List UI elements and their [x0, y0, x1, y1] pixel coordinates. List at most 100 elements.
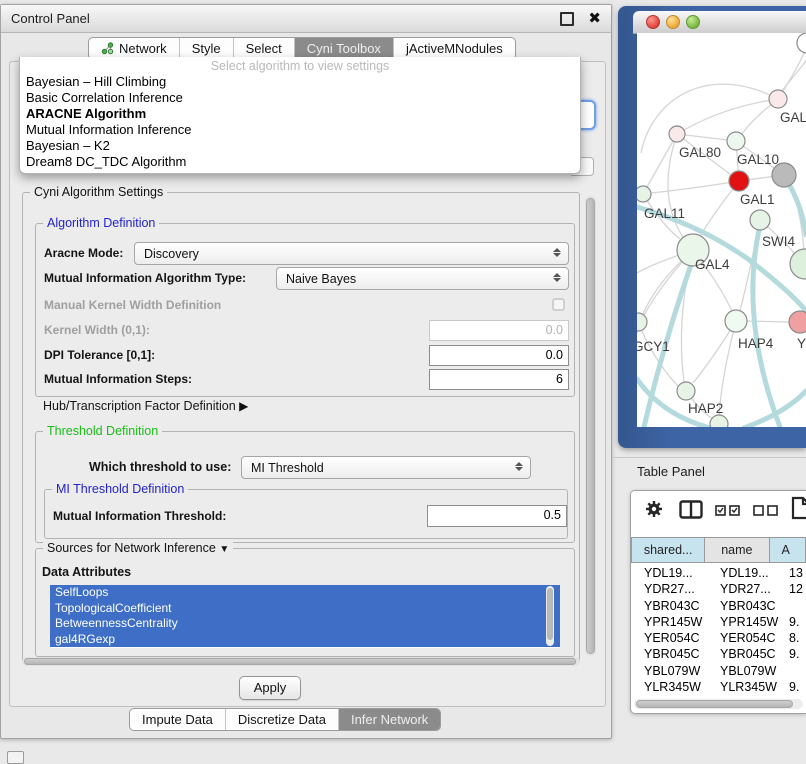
- network-icon: [101, 42, 114, 55]
- network-edge[interactable]: [780, 61, 806, 93]
- kernel-width-field[interactable]: 0.0: [429, 320, 569, 341]
- hub-definition-section[interactable]: Hub/Transcription Factor Definition ▶: [43, 399, 248, 413]
- gear-icon[interactable]: [644, 499, 664, 519]
- network-node-gal11[interactable]: [637, 186, 651, 202]
- data-attributes-list[interactable]: SelfLoopsTopologicalCoefficientBetweenne…: [50, 585, 560, 648]
- table-cell: YLR345W: [644, 680, 701, 694]
- sources-title[interactable]: Sources for Network Inference ▼: [43, 541, 233, 555]
- close-icon[interactable]: ✖: [588, 11, 601, 26]
- dpi-tolerance-field[interactable]: 0.0: [429, 345, 569, 366]
- tab-jactivemnodules[interactable]: jActiveMNodules: [394, 38, 515, 59]
- tab-select[interactable]: Select: [234, 38, 295, 59]
- table-cell: YBL079W: [720, 664, 776, 678]
- tab-discretize-data[interactable]: Discretize Data: [226, 709, 339, 730]
- network-node-y[interactable]: [789, 311, 806, 333]
- select-all-checkboxes-icon[interactable]: [715, 505, 741, 516]
- table-row[interactable]: YPR145WYPR145W9.: [633, 614, 806, 630]
- algorithm-dropdown-popup: Select algorithm to view settings Bayesi…: [19, 57, 581, 174]
- table-row[interactable]: YDL19...YDL19...13: [633, 565, 806, 581]
- split-columns-icon[interactable]: [679, 500, 703, 519]
- network-node[interactable]: [790, 249, 806, 279]
- network-node-swi4[interactable]: [750, 210, 770, 230]
- column-header-name[interactable]: name: [704, 537, 768, 563]
- algorithm-definition-title: Algorithm Definition: [43, 216, 159, 230]
- float-window-icon[interactable]: [560, 12, 574, 26]
- table-row[interactable]: YER054CYER054C8.: [633, 630, 806, 646]
- network-node-gcy1[interactable]: [637, 313, 647, 331]
- inference-algorithm-combo-fragment[interactable]: [579, 100, 596, 130]
- apply-button[interactable]: Apply: [239, 676, 301, 700]
- network-node[interactable]: [797, 33, 806, 53]
- network-node-label: GAL80: [679, 145, 721, 160]
- network-edge[interactable]: [641, 84, 778, 153]
- data-attribute-item[interactable]: gal4RGexp: [50, 632, 560, 648]
- data-attribute-item[interactable]: BetweennessCentrality: [50, 616, 560, 632]
- network-graph[interactable]: GALGAL80GAL10GAL1GAL11GAL4SWI4GCY1HAP4YH…: [637, 33, 806, 427]
- table-row[interactable]: YBL079WYBL079W: [633, 663, 806, 679]
- data-attribute-item[interactable]: SelfLoops: [50, 585, 560, 601]
- settings-horizontal-scrollbar[interactable]: [22, 657, 580, 666]
- network-window-titlebar[interactable]: [633, 11, 806, 34]
- tab-network[interactable]: Network: [89, 38, 180, 59]
- tab-style[interactable]: Style: [180, 38, 234, 59]
- document-icon[interactable]: [791, 496, 806, 520]
- network-edge[interactable]: [677, 99, 778, 134]
- zoom-traffic-light[interactable]: [686, 15, 700, 29]
- unselect-all-checkboxes-icon[interactable]: [753, 505, 779, 516]
- which-threshold-value: MI Threshold: [251, 461, 324, 475]
- tab-impute-data[interactable]: Impute Data: [130, 709, 226, 730]
- table-row[interactable]: YBR045CYBR045C9.: [633, 646, 806, 662]
- attributes-list-scrollbar[interactable]: [546, 586, 554, 646]
- network-node[interactable]: [772, 163, 796, 187]
- algorithm-option[interactable]: Basic Correlation Inference: [20, 90, 580, 106]
- combo-spinner-icon: [553, 272, 561, 283]
- network-canvas[interactable]: GALGAL80GAL10GAL1GAL11GAL4SWI4GCY1HAP4YH…: [637, 33, 806, 427]
- table-horizontal-scrollbar[interactable]: [634, 699, 803, 709]
- mi-type-label: Mutual Information Algorithm Type:: [44, 271, 246, 285]
- close-traffic-light[interactable]: [646, 15, 660, 29]
- table-body[interactable]: YDL19...YDL19...13YDR27...YDR27...12YBR0…: [633, 565, 806, 695]
- minimize-traffic-light[interactable]: [666, 15, 680, 29]
- table-cell: 8.: [789, 631, 799, 645]
- table-row[interactable]: YBR043CYBR043C: [633, 598, 806, 614]
- column-header-shared-name[interactable]: shared...: [631, 537, 704, 563]
- network-edge[interactable]: [651, 181, 739, 193]
- aracne-mode-combo[interactable]: Discovery: [134, 242, 569, 265]
- network-edge-highlighted[interactable]: [753, 230, 780, 427]
- mi-algorithm-type-combo[interactable]: Naive Bayes: [276, 267, 569, 290]
- network-node-label: GAL10: [737, 152, 779, 167]
- algorithm-definition-group: Algorithm Definition Aracne Mode: Discov…: [35, 223, 575, 397]
- algorithm-option[interactable]: Dream8 DC_TDC Algorithm: [20, 154, 580, 170]
- column-header-third[interactable]: A: [769, 537, 806, 563]
- control-panel-titlebar[interactable]: Control Panel ✖: [1, 5, 611, 33]
- expanded-arrow-icon[interactable]: ▼: [219, 544, 229, 555]
- table-cell: YDR27...: [720, 582, 771, 596]
- network-edge[interactable]: [643, 134, 677, 194]
- data-attribute-item[interactable]: TopologicalCoefficient: [50, 601, 560, 617]
- network-edge-highlighted[interactable]: [786, 179, 806, 235]
- which-threshold-combo[interactable]: MI Threshold: [241, 456, 531, 479]
- table-cell: YPR145W: [644, 615, 702, 629]
- network-node-gal80[interactable]: [669, 126, 685, 142]
- collapsed-arrow-icon[interactable]: ▶: [239, 399, 248, 413]
- settings-vertical-scrollbar[interactable]: [585, 196, 596, 656]
- table-row[interactable]: YDR27...YDR27...12: [633, 581, 806, 597]
- network-node-hap4[interactable]: [725, 310, 747, 332]
- network-node-hap2[interactable]: [677, 382, 695, 400]
- tab-cyni-toolbox[interactable]: Cyni Toolbox: [295, 38, 394, 59]
- network-view-window[interactable]: GALGAL80GAL10GAL1GAL11GAL4SWI4GCY1HAP4YH…: [618, 6, 806, 448]
- algorithm-option[interactable]: Mutual Information Inference: [20, 122, 580, 138]
- algorithm-option[interactable]: ARACNE Algorithm: [20, 106, 580, 122]
- network-node[interactable]: [710, 415, 728, 427]
- network-node-gal10[interactable]: [727, 132, 745, 150]
- table-row[interactable]: YLR345WYLR345W9.: [633, 679, 806, 695]
- network-node-gal1[interactable]: [729, 171, 749, 191]
- mi-threshold-field[interactable]: 0.5: [427, 505, 567, 527]
- tab-infer-network[interactable]: Infer Network: [339, 709, 440, 730]
- algorithm-option[interactable]: Bayesian – K2: [20, 138, 580, 154]
- manual-kernel-checkbox[interactable]: [552, 298, 565, 311]
- mi-steps-field[interactable]: 6: [429, 369, 569, 390]
- network-node-gal[interactable]: [769, 90, 787, 108]
- algorithm-option[interactable]: Bayesian – Hill Climbing: [20, 74, 580, 90]
- minimized-panel-icon[interactable]: [7, 751, 24, 764]
